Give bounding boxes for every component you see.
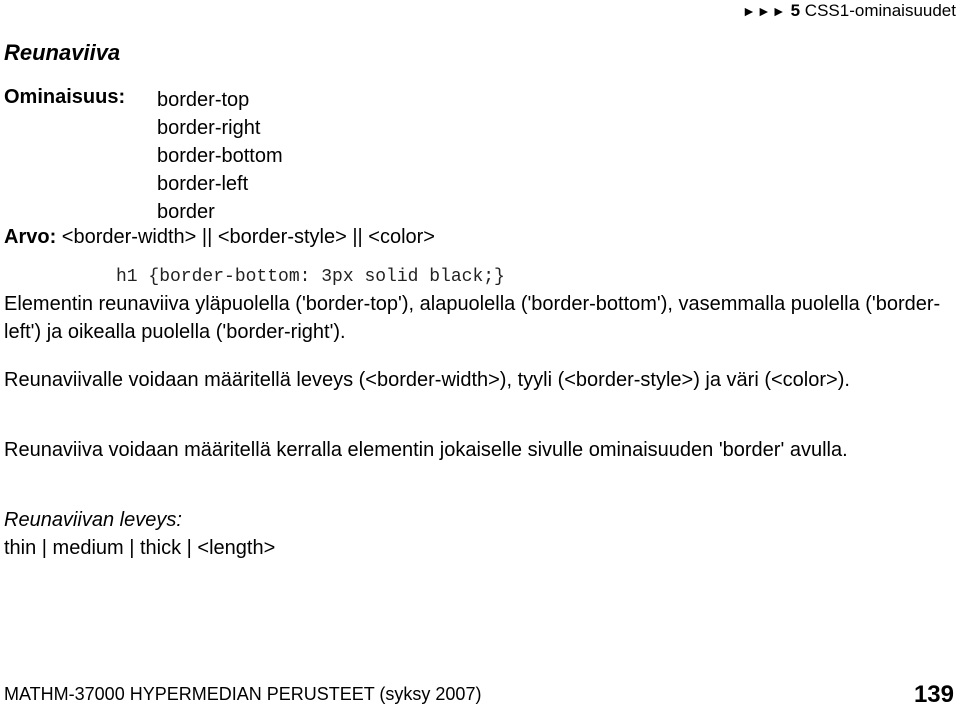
paragraph: Reunaviiva voidaan määritellä kerralla e…: [4, 439, 848, 461]
nav-arrows-icon: ►►►: [742, 3, 787, 19]
value-definition: Arvo: <border-width> || <border-style> |…: [4, 226, 435, 249]
paragraph: Reunaviivalle voidaan määritellä leveys …: [4, 369, 850, 391]
paragraph: Elementin reunaviiva yläpuolella ('borde…: [4, 293, 941, 343]
property-value: border-left: [157, 173, 249, 195]
value-label: Arvo:: [4, 226, 57, 248]
page-title: Reunaviiva: [4, 40, 121, 65]
section-title: CSS1-ominaisuudet: [804, 1, 956, 20]
property-label: Ominaisuus:: [4, 86, 126, 108]
property-value: border-bottom: [157, 145, 283, 167]
property-list: border-top border-right border-bottom bo…: [157, 86, 283, 226]
value-text: <border-width> || <border-style> || <col…: [61, 226, 435, 248]
width-values: thin | medium | thick | <length>: [4, 537, 276, 559]
section-number: 5: [790, 1, 801, 20]
width-heading: Reunaviivan leveys:: [4, 509, 182, 531]
page-number: 139: [913, 681, 954, 708]
code-example: h1 {border-bottom: 3px solid black;}: [116, 267, 505, 287]
property-value: border: [157, 201, 215, 223]
footer-course: MATHM-37000 HYPERMEDIAN PERUSTEET (syksy…: [4, 684, 482, 704]
property-value: border-top: [157, 89, 250, 111]
property-value: border-right: [157, 117, 261, 139]
section-breadcrumb: ►►► 5 CSS1-ominaisuudet: [742, 1, 956, 21]
